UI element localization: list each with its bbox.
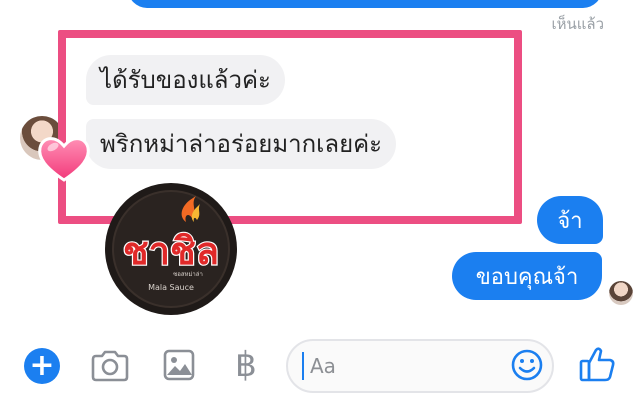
sticker-brand-text: ชาชิล [123, 229, 219, 273]
input-placeholder: Aa [310, 354, 336, 378]
thumbs-up-icon[interactable] [578, 345, 616, 383]
message-text: ขอบคุณจ้า [475, 264, 579, 290]
sent-message-bubble[interactable]: ขอบคุณจ้า [452, 252, 602, 300]
payment-button[interactable]: ฿ [232, 345, 260, 385]
read-receipt-avatar [609, 281, 633, 305]
sticker-subtext: ซอสหม่าล่า [173, 271, 203, 278]
previous-sent-bubble[interactable] [128, 0, 602, 8]
heart-icon [38, 137, 90, 182]
sticker-tagline: Mala Sauce [148, 283, 194, 292]
baht-icon: ฿ [235, 345, 257, 385]
camera-icon[interactable] [90, 350, 130, 382]
message-text: จ้า [557, 208, 583, 234]
plus-button[interactable]: + [24, 348, 60, 384]
text-cursor [302, 352, 304, 380]
emoji-icon[interactable] [510, 348, 544, 382]
sent-message-bubble[interactable]: จ้า [537, 196, 603, 244]
sticker-logo[interactable]: ชาชิล ซอสหม่าล่า Mala Sauce [104, 182, 238, 316]
gallery-icon[interactable] [162, 348, 196, 382]
seen-status: เห็นแล้ว [551, 15, 604, 33]
plus-icon: + [29, 348, 55, 383]
